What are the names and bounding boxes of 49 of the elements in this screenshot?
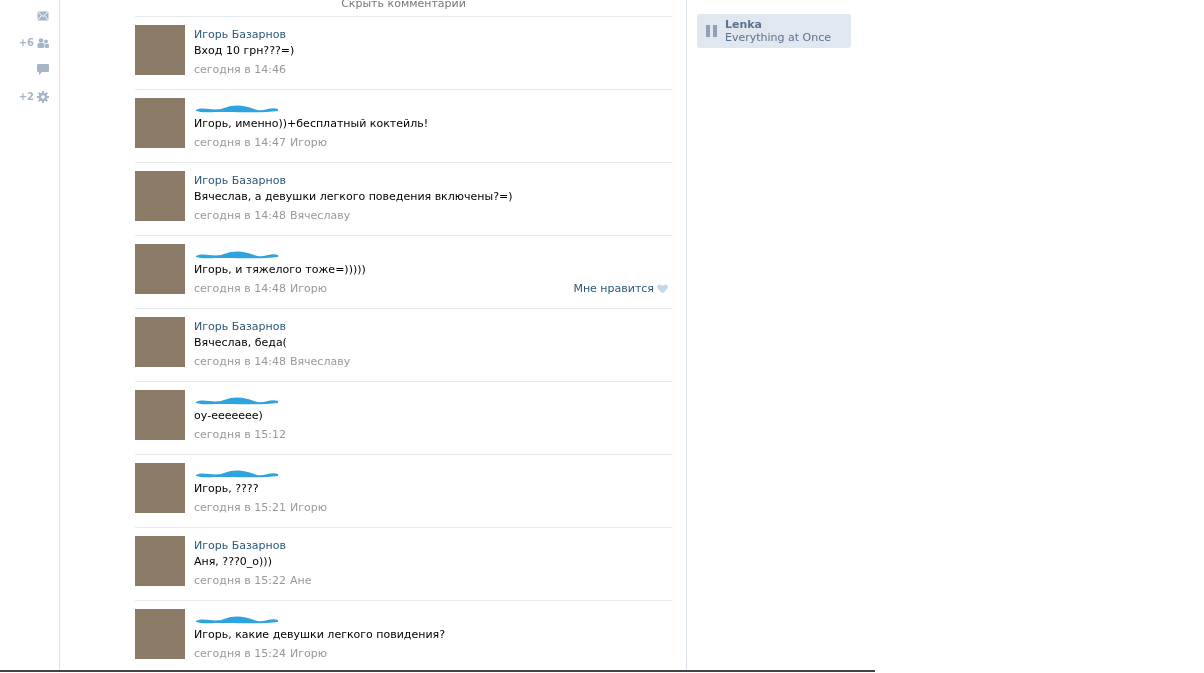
song-title: Everything at Once: [725, 31, 832, 44]
avatar-photo-placeholder[interactable]: [135, 25, 185, 75]
pause-icon[interactable]: [706, 25, 717, 37]
avatar-photo-placeholder[interactable]: [135, 609, 185, 659]
comment-text: Аня, ???0_о))): [194, 555, 273, 570]
comment-text: Игорь, именно))+бесплатный коктейль!: [194, 117, 430, 132]
comment-time[interactable]: сегодня в 14:48: [194, 355, 286, 368]
mail-icon[interactable]: [37, 10, 49, 21]
comment-time[interactable]: сегодня в 15:24: [194, 647, 286, 660]
reply-to-link[interactable]: Игорю: [289, 282, 327, 295]
avatar-photo-placeholder[interactable]: [135, 536, 185, 586]
reply-to-link[interactable]: Игорю: [289, 136, 327, 149]
people-icon[interactable]: [37, 37, 49, 48]
comment-text: Вячеслав, а девушки легкого поведения включены?=): [194, 190, 514, 205]
notification-count: +2: [18, 91, 34, 102]
comment-time[interactable]: сегодня в 15:21: [194, 501, 286, 514]
comment-time[interactable]: сегодня в 14:48: [194, 282, 286, 295]
comment-text: оу-еееееее): [194, 409, 264, 424]
comment-text: Вход 10 грн???=): [194, 44, 296, 59]
avatar-photo-placeholder[interactable]: [135, 317, 185, 367]
comment-text: Игорь, какие девушки легкого повидения?: [194, 628, 447, 643]
author-name[interactable]: Игорь Базарнов: [194, 539, 286, 555]
like-button[interactable]: Мне нравится: [573, 282, 672, 295]
reply-to-link[interactable]: Вячеславу: [289, 355, 351, 368]
comment-time[interactable]: сегодня в 14:48: [194, 209, 286, 222]
comment-time[interactable]: сегодня в 14:47: [194, 136, 286, 149]
notification-count: +6: [18, 37, 34, 48]
avatar-photo-placeholder[interactable]: [135, 171, 185, 221]
comment-text: Игорь, ????: [194, 482, 260, 497]
avatar-photo-placeholder[interactable]: [135, 390, 185, 440]
author-name[interactable]: Игорь Базарнов: [194, 28, 286, 44]
author-name[interactable]: Игорь Базарнов: [194, 320, 286, 336]
speech-bubble-icon[interactable]: [37, 64, 49, 75]
author-name[interactable]: Игорь Базарнов: [194, 174, 286, 190]
comment-time[interactable]: сегодня в 15:22: [194, 574, 286, 587]
comment-text: Вячеслав, беда(: [194, 336, 288, 351]
settings-icon[interactable]: [37, 90, 49, 103]
reply-to-link[interactable]: Вячеславу: [289, 209, 351, 222]
avatar-photo-placeholder[interactable]: [135, 98, 185, 148]
comment-time[interactable]: сегодня в 14:46: [194, 63, 286, 76]
avatar-photo-placeholder[interactable]: [135, 244, 185, 294]
reply-to-link[interactable]: Игорю: [289, 501, 327, 514]
reply-to-link[interactable]: Игорю: [289, 647, 327, 660]
audio-player[interactable]: Lenka Everything at Once: [697, 14, 851, 48]
artist-name: Lenka: [725, 18, 764, 31]
avatar-photo-placeholder[interactable]: [135, 463, 185, 513]
comment-time[interactable]: сегодня в 15:12: [194, 428, 286, 441]
comment-text: Игорь, и тяжелого тоже=))))): [194, 263, 367, 278]
reply-to-link[interactable]: Ане: [289, 574, 312, 587]
